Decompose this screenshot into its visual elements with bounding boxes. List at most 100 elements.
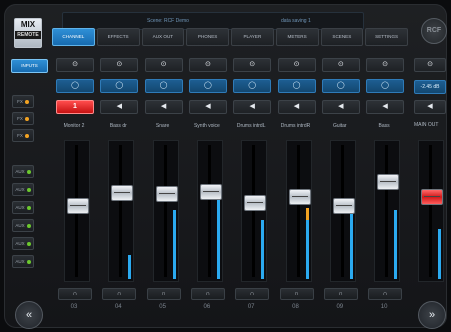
tab-effects[interactable]: EFFECTS [96,28,140,46]
fader-knob[interactable] [67,198,89,214]
channel-strip: ⊙ ◯ 1 Monitor 2 ∩ 03 [54,54,94,324]
tab-player[interactable]: PLAYER [231,28,274,46]
tab-aux-out[interactable]: AUX OUT [141,28,185,46]
channel-name: Synth voice [193,123,220,129]
peak-indicator [305,208,309,220]
eq-button[interactable]: ◯ [321,79,360,93]
channel-strip: ⊙ ◯ ◀ Drums intrdL ∩ 07 [231,54,272,324]
aux-4-button[interactable]: AUX [12,219,34,232]
level-meter [128,255,132,279]
fader-knob[interactable] [377,174,400,190]
fader-knob[interactable] [288,189,311,205]
eq-button[interactable]: ◯ [100,79,139,93]
fader-track[interactable] [285,140,312,282]
gain-button[interactable]: ⊙ [56,58,94,72]
led-icon [24,133,29,138]
fader-track[interactable] [241,140,268,282]
fader-knob[interactable] [244,195,267,211]
channel-number: 05 [159,304,166,310]
level-meter [261,220,265,279]
eq-button[interactable]: ◯ [188,79,227,93]
mute-button[interactable]: ◀ [277,100,316,114]
fader-knob[interactable] [111,185,134,201]
scene-status: data saving 1 [281,18,311,24]
channel-number: 08 [292,304,299,310]
aux-label: AUX [15,205,25,210]
fader-track[interactable] [64,140,90,282]
headphone-button[interactable]: ∩ [146,288,181,300]
fx-2-button[interactable]: FX [12,112,34,125]
fader-groove [252,145,256,277]
tab-channel[interactable]: CHANNEL [52,28,95,46]
scroll-left-button[interactable]: « [15,301,43,329]
headphone-button[interactable]: ∩ [368,288,403,300]
main-db-readout: -2.45 dB [414,80,446,94]
fx-1-button[interactable]: FX [12,95,34,108]
main-gain-button[interactable]: ⊙ [414,58,446,72]
eq-button[interactable]: ◯ [366,79,405,93]
eq-button[interactable]: ◯ [56,79,94,93]
channel-strip: ⊙ ◯ ◀ Bass dr ∩ 04 [98,54,139,324]
headphone-button[interactable]: ∩ [102,288,137,300]
channel-strip: ⊙ ◯ ◀ Synth voice ∩ 06 [187,54,227,324]
fader-knob[interactable] [332,198,355,214]
aux-label: AUX [15,259,25,264]
aux-2-button[interactable]: AUX [12,183,34,196]
fader-track[interactable] [329,140,356,282]
channel-strip: ⊙ ◯ ◀ Snare ∩ 05 [143,54,183,324]
fader-groove [119,145,123,277]
main-out-label: MAIN OUT [414,122,439,128]
gain-button[interactable]: ⊙ [144,58,183,72]
fader-track[interactable] [374,140,401,282]
gain-button[interactable]: ⊙ [321,58,360,72]
tab-scenes[interactable]: SCENES [320,28,364,46]
fader-track[interactable] [108,140,135,282]
gain-button[interactable]: ⊙ [366,58,405,72]
fader-groove [163,145,167,277]
aux-3-button[interactable]: AUX [12,201,34,214]
aux-1-button[interactable]: AUX [12,165,34,178]
main-speaker-button[interactable]: ◀ [414,100,446,114]
gain-button[interactable]: ⊙ [100,58,139,72]
channel-name: Bass dr [109,123,127,129]
mute-button[interactable]: ◀ [321,100,360,114]
eq-button[interactable]: ◯ [144,79,183,93]
tab-phones[interactable]: PHONES [186,28,229,46]
eq-button[interactable]: ◯ [233,79,272,93]
fader-knob[interactable] [155,186,178,202]
logo-text: MIX [20,20,36,29]
tab-meters[interactable]: METERS [275,28,319,46]
channel-number: 06 [203,304,211,310]
mute-button[interactable]: ◀ [233,100,272,114]
fader-knob[interactable] [199,184,222,200]
mute-button[interactable]: 1 [56,100,94,114]
headphone-button[interactable]: ∩ [58,288,92,300]
headphone-button[interactable]: ∩ [190,288,225,300]
aux-6-button[interactable]: AUX [12,255,34,268]
fx-3-button[interactable]: FX [12,129,34,142]
logo-subtext: REMOTE [15,31,41,39]
headphone-button[interactable]: ∩ [235,288,270,300]
led-icon [26,187,31,192]
gain-button[interactable]: ⊙ [233,58,272,72]
main-fader-track[interactable] [418,140,444,282]
mute-button[interactable]: ◀ [188,100,227,114]
headphone-button[interactable]: ∩ [279,288,314,300]
mute-button[interactable]: ◀ [100,100,139,114]
fader-track[interactable] [196,140,223,282]
gain-button[interactable]: ⊙ [188,58,227,72]
aux-5-button[interactable]: AUX [12,237,34,250]
level-meter [216,187,220,279]
led-icon [26,205,31,210]
headphone-button[interactable]: ∩ [323,288,358,300]
channel-number: 09 [336,304,344,310]
mute-button[interactable]: ◀ [144,100,183,114]
gain-button[interactable]: ⊙ [277,58,316,72]
tab-settings[interactable]: SETTINGS [365,28,408,46]
scroll-right-button[interactable]: » [418,301,446,329]
mute-button[interactable]: ◀ [366,100,405,114]
inputs-selector-button[interactable]: INPUTS [11,59,48,73]
fader-track[interactable] [152,140,179,282]
main-fader-knob[interactable] [421,189,443,205]
eq-button[interactable]: ◯ [277,79,316,93]
